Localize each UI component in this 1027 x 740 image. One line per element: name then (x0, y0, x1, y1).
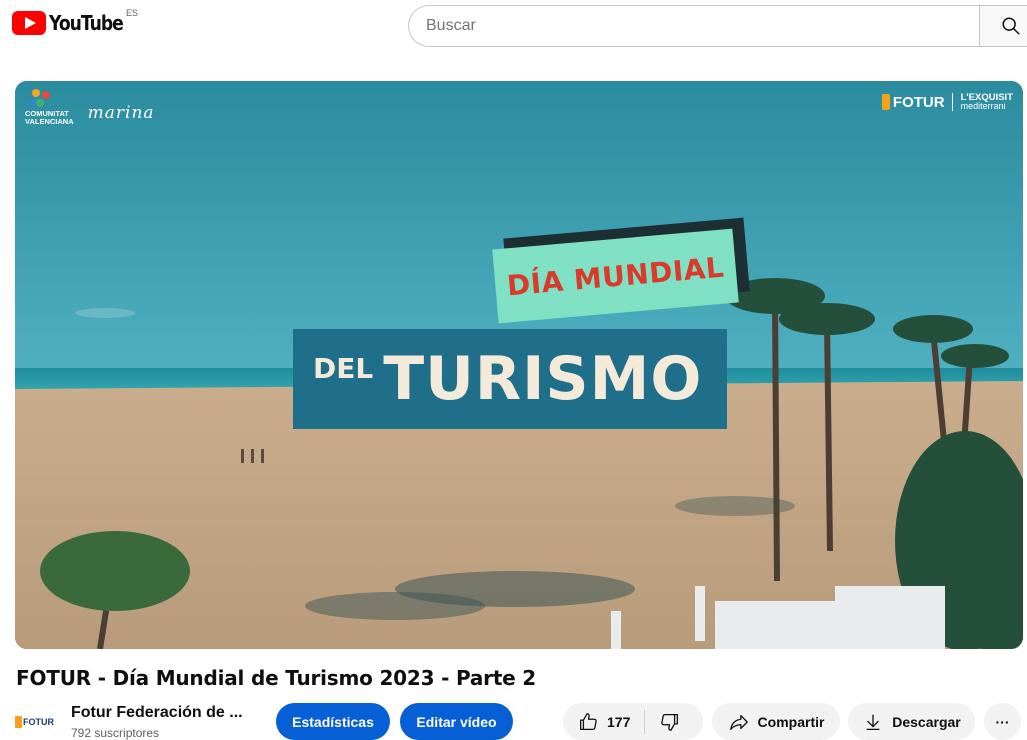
stats-button[interactable]: Estadísticas (276, 703, 390, 740)
youtube-play-icon (12, 11, 46, 35)
channel-avatar[interactable]: FOTUR (15, 702, 55, 740)
fotur-video-logo: FOTUR (881, 93, 953, 111)
like-dislike-group: 177 (563, 703, 703, 740)
overlay-title-small: DEL (313, 351, 374, 385)
video-player[interactable]: COMUNITAT VALENCIANA marina FOTUR L'EXQU… (15, 81, 1023, 649)
subscriber-count: 792 suscriptores (71, 726, 160, 740)
youtube-logo[interactable]: YouTube ES (12, 8, 139, 36)
edit-video-button[interactable]: Editar vídeo (400, 703, 513, 740)
search-box[interactable] (408, 5, 980, 47)
share-label: Compartir (757, 713, 825, 730)
avatar-text: FOTUR (23, 717, 54, 727)
fotur-video-text: FOTUR (892, 93, 945, 111)
exquisit-line2: mediterrani (960, 101, 1006, 111)
overlay-title-line1: DÍA MUNDIAL (505, 250, 726, 302)
download-label: Descargar (892, 713, 961, 730)
search-input[interactable] (426, 17, 980, 35)
dislike-button[interactable] (659, 711, 681, 733)
youtube-wordmark: YouTube (49, 11, 124, 35)
brand-separator (951, 93, 953, 111)
like-count: 177 (607, 713, 631, 730)
video-brand-right: FOTUR L'EXQUISIT mediterrani (881, 93, 1013, 111)
more-icon: ··· (995, 713, 1010, 730)
marina-logo: marina (87, 103, 155, 123)
country-code: ES (126, 8, 139, 18)
comunitat-valenciana-mark-icon (29, 87, 53, 109)
download-button[interactable]: Descargar (848, 703, 975, 740)
overlay-title-line2: TURISMO (383, 344, 703, 414)
overlay-title-turismo: DEL TURISMO (293, 329, 727, 429)
like-divider (644, 709, 646, 734)
share-button[interactable]: Compartir (712, 703, 840, 740)
exquisit-logo: L'EXQUISIT mediterrani (961, 93, 1013, 111)
more-actions-button[interactable]: ··· (984, 703, 1021, 740)
search-icon (1002, 17, 1020, 35)
download-icon (866, 714, 880, 730)
like-button[interactable]: 177 (577, 711, 630, 733)
video-brand-left: COMUNITAT VALENCIANA marina (25, 87, 155, 126)
share-icon (729, 714, 748, 730)
thumbs-down-icon (661, 713, 679, 731)
search-button[interactable] (979, 5, 1027, 47)
channel-name[interactable]: Fotur Federación de ... (71, 704, 243, 722)
fotur-avatar-mark-icon (15, 716, 22, 728)
channel-owner: FOTUR Fotur Federación de ... 792 suscri… (15, 702, 243, 740)
comunitat-valenciana-logo: COMUNITAT VALENCIANA (25, 87, 74, 126)
valenciana-text: VALENCIANA (25, 117, 74, 126)
thumbs-up-icon (580, 712, 597, 730)
fotur-mark-icon (881, 94, 890, 110)
video-title: FOTUR - Día Mundial de Turismo 2023 - Pa… (16, 666, 537, 690)
